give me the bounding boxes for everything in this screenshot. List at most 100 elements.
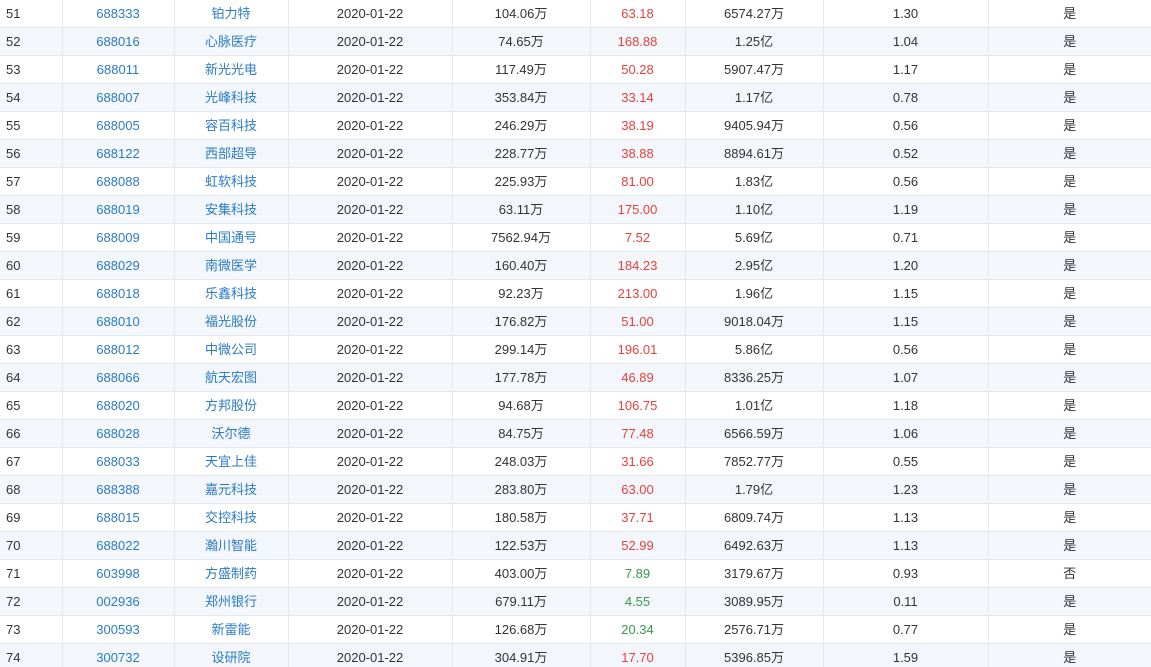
flag-cell: 是 (1063, 538, 1077, 553)
stock-code-link[interactable]: 300593 (96, 622, 139, 637)
stock-name-link[interactable]: 方盛制药 (205, 566, 257, 581)
stock-name-link[interactable]: 瀚川智能 (205, 538, 257, 553)
stock-name-link[interactable]: 南微医学 (205, 258, 257, 273)
ratio-cell: 1.07 (892, 370, 919, 385)
stock-name-link[interactable]: 光峰科技 (205, 90, 257, 105)
stock-code-link[interactable]: 688066 (96, 370, 139, 385)
stock-code-link[interactable]: 688009 (96, 230, 139, 245)
flag-cell: 是 (1063, 622, 1077, 637)
date-cell: 2020-01-22 (288, 503, 453, 532)
stock-code-link[interactable]: 688088 (96, 174, 139, 189)
stock-code-link[interactable]: 688020 (96, 398, 139, 413)
flag-cell: 是 (988, 27, 1151, 56)
stock-code-link[interactable]: 688015 (96, 510, 139, 525)
date-cell: 2020-01-22 (336, 118, 404, 133)
ratio-cell: 1.15 (823, 279, 989, 308)
market-cap-cell: 6809.74万 (685, 503, 824, 532)
stock-code-link[interactable]: 002936 (96, 594, 139, 609)
stock-name-link[interactable]: 西部超导 (205, 146, 257, 161)
stock-code-link[interactable]: 688011 (97, 62, 139, 77)
stock-code-cell: 688122 (62, 139, 175, 168)
market-cap-cell: 5.69亿 (685, 223, 824, 252)
ratio-cell: 0.56 (823, 111, 989, 140)
stock-name-cell: 福光股份 (174, 307, 289, 336)
stock-name-link[interactable]: 福光股份 (205, 314, 257, 329)
ratio-cell: 0.71 (892, 230, 919, 245)
stock-name-link[interactable]: 方邦股份 (205, 398, 257, 413)
flag-cell: 是 (988, 447, 1151, 476)
stock-code-cell: 688018 (62, 279, 175, 308)
table-row: 58 688019 安集科技 2020-01-22 63.11万 175.00 1.10亿 1… (0, 195, 1151, 224)
stock-name-link[interactable]: 铂力特 (211, 6, 250, 21)
market-cap-cell: 2576.71万 (724, 622, 784, 637)
stock-name-cell: 新雷能 (174, 615, 289, 644)
stock-code-link[interactable]: 688029 (96, 258, 139, 273)
date-cell: 2020-01-22 (336, 202, 404, 217)
date-cell: 2020-01-22 (336, 314, 404, 329)
row-index: 66 (0, 419, 63, 448)
stock-code-link[interactable]: 688333 (96, 6, 139, 21)
price-cell: 63.18 (590, 0, 686, 28)
row-index: 53 (6, 62, 21, 77)
ratio-cell: 1.17 (892, 62, 919, 77)
stock-code-link[interactable]: 688388 (96, 482, 139, 497)
market-cap-cell: 3179.67万 (685, 559, 824, 588)
stock-name-link[interactable]: 天宜上佳 (205, 454, 257, 469)
stock-name-link[interactable]: 中微公司 (205, 342, 257, 357)
ratio-cell: 1.15 (892, 314, 919, 329)
volume-cell: 246.29万 (452, 111, 591, 140)
stock-name-link[interactable]: 交控科技 (205, 510, 257, 525)
stock-name-link[interactable]: 虹软科技 (205, 174, 257, 189)
stock-name-link[interactable]: 容百科技 (205, 118, 257, 133)
stock-code-cell: 688022 (62, 531, 175, 560)
stock-code-link[interactable]: 688007 (96, 90, 139, 105)
stock-code-cell: 688029 (62, 251, 175, 280)
price-cell: 50.28 (621, 62, 654, 77)
volume-cell: 248.03万 (494, 454, 548, 469)
stock-code-link[interactable]: 688016 (96, 34, 139, 49)
volume-cell: 63.11万 (498, 202, 544, 217)
ratio-cell: 0.56 (823, 167, 989, 196)
stock-name-cell: 交控科技 (174, 503, 289, 532)
stock-name-link[interactable]: 设研院 (211, 650, 250, 665)
stock-code-link[interactable]: 688033 (96, 454, 139, 469)
stock-code-link[interactable]: 688122 (96, 146, 139, 161)
date-cell: 2020-01-22 (336, 622, 404, 637)
stock-code-cell: 603998 (62, 559, 175, 588)
row-index: 59 (0, 223, 63, 252)
date-cell: 2020-01-22 (288, 55, 453, 84)
stock-name-link[interactable]: 心脉医疗 (205, 34, 257, 49)
market-cap-cell: 9405.94万 (685, 111, 824, 140)
row-index: 73 (0, 615, 63, 644)
row-index: 53 (0, 55, 63, 84)
flag-cell: 是 (988, 83, 1151, 112)
stock-code-link[interactable]: 603998 (96, 566, 139, 581)
stock-name-link[interactable]: 新雷能 (211, 622, 250, 637)
flag-cell: 是 (1063, 62, 1077, 77)
stock-name-link[interactable]: 嘉元科技 (205, 482, 257, 497)
stock-code-link[interactable]: 688018 (96, 286, 139, 301)
stock-code-link[interactable]: 300732 (96, 650, 139, 665)
stock-name-link[interactable]: 中国通号 (205, 230, 257, 245)
market-cap-cell: 8336.25万 (724, 370, 784, 385)
row-index: 51 (0, 0, 63, 28)
stock-name-link[interactable]: 沃尔德 (211, 426, 250, 441)
stock-name-link[interactable]: 航天宏图 (205, 370, 257, 385)
stock-name-link[interactable]: 郑州银行 (205, 594, 257, 609)
row-index: 73 (6, 622, 21, 637)
row-index: 72 (0, 587, 63, 616)
stock-code-link[interactable]: 688019 (96, 202, 139, 217)
stock-code-link[interactable]: 688010 (96, 314, 139, 329)
volume-cell: 177.78万 (494, 370, 548, 385)
stock-code-link[interactable]: 688005 (96, 118, 139, 133)
row-index: 57 (0, 167, 63, 196)
market-cap-cell: 5907.47万 (724, 62, 784, 77)
ratio-cell: 1.13 (892, 538, 919, 553)
stock-name-link[interactable]: 安集科技 (205, 202, 257, 217)
stock-name-link[interactable]: 新光光电 (205, 62, 257, 77)
stock-name-link[interactable]: 乐鑫科技 (205, 286, 257, 301)
market-cap-cell: 1.01亿 (734, 398, 774, 413)
stock-code-link[interactable]: 688028 (96, 426, 139, 441)
stock-code-link[interactable]: 688012 (96, 342, 139, 357)
stock-code-link[interactable]: 688022 (96, 538, 139, 553)
